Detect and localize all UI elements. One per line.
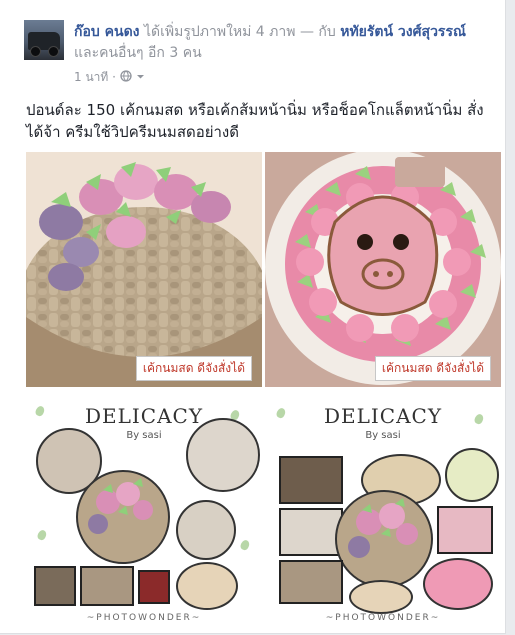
collage-footer: ~PHOTOWONDER~ <box>325 613 441 623</box>
shop-label: เค้กนมสด ดีจังสั่งได้ <box>374 356 491 381</box>
photo-3[interactable]: DELICACY By sasi ~PHOTOWONDER~ <box>26 390 262 629</box>
collage-square <box>279 456 343 504</box>
collage-circle <box>335 490 433 588</box>
collage-square <box>437 506 493 554</box>
wheel-icon <box>48 46 59 57</box>
collage-circle <box>445 448 499 502</box>
collage-circle <box>76 470 170 564</box>
author-name[interactable]: ก๊อบ คนดง <box>74 24 140 40</box>
collage-square <box>279 560 343 604</box>
globe-icon[interactable] <box>120 70 132 82</box>
leaf-dot <box>239 538 251 552</box>
avatar[interactable] <box>24 20 64 60</box>
cake-photo-basket <box>26 152 262 387</box>
collage-footer: ~PHOTOWONDER~ <box>86 613 202 623</box>
collage-subtitle: By sasi <box>365 430 401 441</box>
cake-thumb <box>88 478 153 534</box>
photo-4[interactable]: DELICACY By sasi ~PHOTOWONDER~ <box>265 390 501 629</box>
others-link[interactable]: และคนอื่นๆ อีก 3 คน <box>74 45 202 61</box>
collage-square <box>80 566 134 606</box>
collage-square <box>138 570 170 604</box>
collage-circle <box>423 558 493 610</box>
post-header: ก๊อบ คนดง ได้เพิ่มรูปภาพใหม่ 4 ภาพ — กับ… <box>74 22 494 64</box>
collage-square <box>279 508 343 556</box>
collage-circle <box>349 580 413 614</box>
post-text: ปอนด์ละ 150 เค้กนมสด หรือเค้กส้มหน้านิ่ม… <box>26 101 484 141</box>
cake-thumb <box>348 498 418 558</box>
post-meta: 1 นาที · <box>74 68 145 87</box>
photo-1[interactable]: เค้กนมสด ดีจังสั่งได้ <box>26 152 262 387</box>
collage-title: DELICACY <box>323 404 443 428</box>
collage-circle <box>186 418 260 492</box>
post-action: ได้เพิ่มรูปภาพใหม่ 4 ภาพ — กับ <box>143 24 336 40</box>
shop-label: เค้กนมสด ดีจังสั่งได้ <box>135 356 252 381</box>
post-card: ก๊อบ คนดง ได้เพิ่มรูปภาพใหม่ 4 ภาพ — กับ… <box>0 0 506 634</box>
cake-photo-pig <box>265 152 501 387</box>
timestamp[interactable]: 1 นาที <box>74 70 108 84</box>
wheel-icon <box>30 46 41 57</box>
leaf-dot <box>36 528 48 542</box>
photo-2[interactable]: เค้กนมสด ดีจังสั่งได้ <box>265 152 501 387</box>
tagged-name[interactable]: หทัยรัตน์ วงศ์สุวรรณ์ <box>340 24 466 40</box>
chevron-down-icon[interactable] <box>136 72 145 81</box>
separator-dot: · <box>112 70 120 84</box>
collage-circle <box>176 562 238 610</box>
collage-square <box>34 566 76 606</box>
collage-circle <box>176 500 236 560</box>
